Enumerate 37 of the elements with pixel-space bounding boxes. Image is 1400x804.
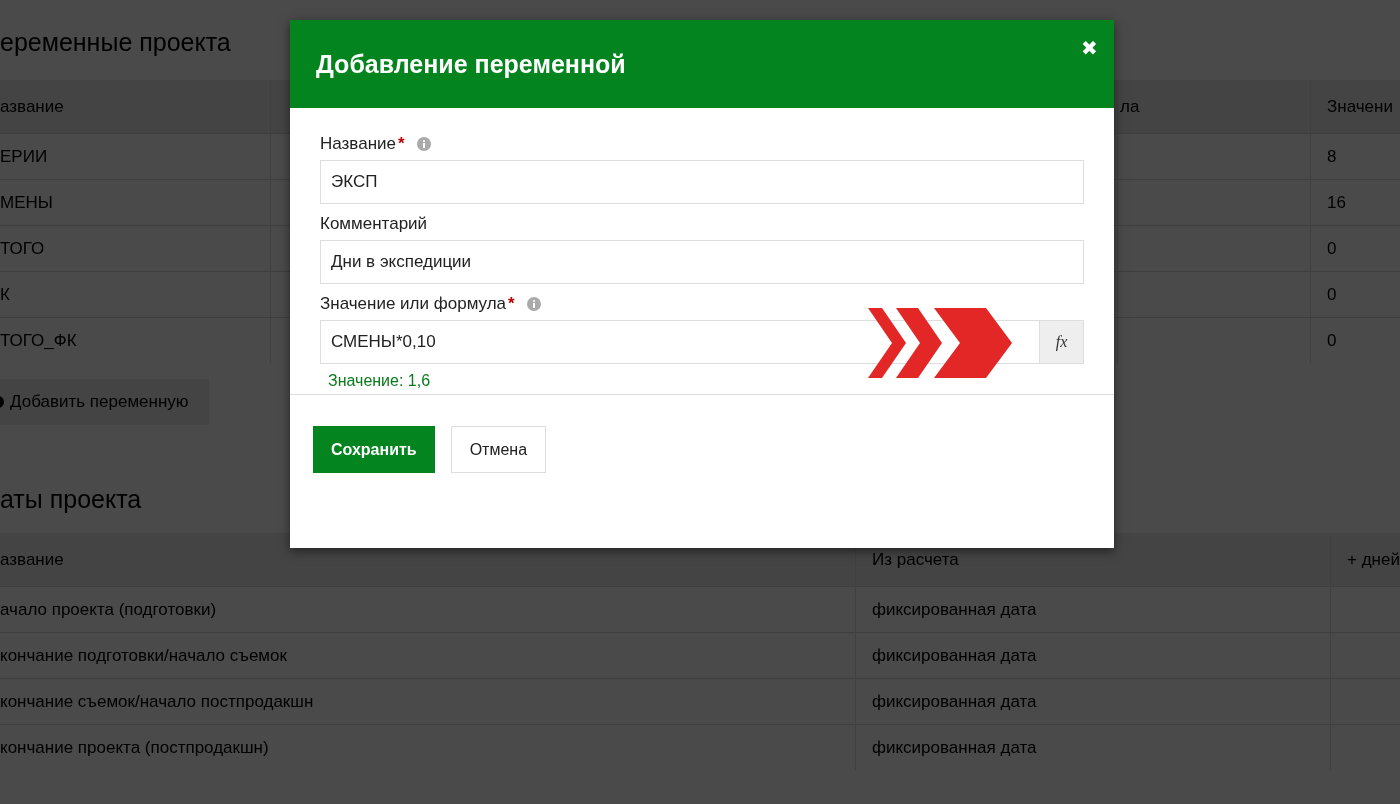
save-button[interactable]: Сохранить bbox=[313, 426, 435, 473]
column-header: ла bbox=[1117, 80, 1311, 134]
table-cell: фиксированная дата bbox=[855, 632, 1331, 679]
table-cell: 0 bbox=[1310, 271, 1400, 318]
table-cell: ТОГО bbox=[0, 225, 271, 272]
table-cell: МЕНЫ bbox=[0, 179, 271, 226]
table-cell: 8 bbox=[1310, 133, 1400, 180]
field-label: Значение или формула bbox=[320, 294, 507, 314]
table-cell: фиксированная дата bbox=[855, 724, 1331, 770]
formula-button[interactable]: fx bbox=[1040, 320, 1084, 364]
table-cell: кончание съемок/начало постпродакшн bbox=[0, 678, 856, 725]
table-cell: 16 bbox=[1310, 179, 1400, 226]
table-cell: кончание подготовки/начало съемок bbox=[0, 632, 856, 679]
table-cell: ачало проекта (подготовки) bbox=[0, 586, 856, 633]
cancel-button[interactable]: Отмена bbox=[450, 426, 547, 473]
input-field[interactable]: ЭКСП bbox=[320, 160, 1084, 204]
value-hint: Значение: 1,6 bbox=[328, 372, 432, 390]
input-field[interactable]: Дни в экспедиции bbox=[320, 240, 1084, 284]
table-cell: кончание проекта (постпродакшн) bbox=[0, 724, 856, 770]
required-mark: * bbox=[397, 134, 405, 154]
column-header: + дней bbox=[1330, 533, 1400, 587]
table-cell: К bbox=[0, 271, 271, 318]
section-title: аты проекта bbox=[0, 485, 142, 515]
table-cell: ЕРИИ bbox=[0, 133, 271, 180]
table-cell: 0 bbox=[1310, 225, 1400, 272]
field-label: Комментарий bbox=[320, 214, 428, 234]
dialog-title: Добавление переменной bbox=[316, 49, 626, 79]
table-cell: фиксированная дата bbox=[855, 586, 1331, 633]
table-cell: фиксированная дата bbox=[855, 678, 1331, 725]
column-header: азвание bbox=[0, 80, 271, 134]
table-cell: 0 bbox=[1310, 317, 1400, 363]
required-mark: * bbox=[508, 294, 515, 314]
column-header: Значени bbox=[1310, 80, 1400, 134]
close-button[interactable]: ✖ bbox=[1081, 36, 1098, 60]
section-title: еременные проекта bbox=[0, 27, 231, 58]
table-cell: ТОГО_ФК bbox=[0, 317, 271, 363]
field-label: Название bbox=[320, 134, 396, 154]
